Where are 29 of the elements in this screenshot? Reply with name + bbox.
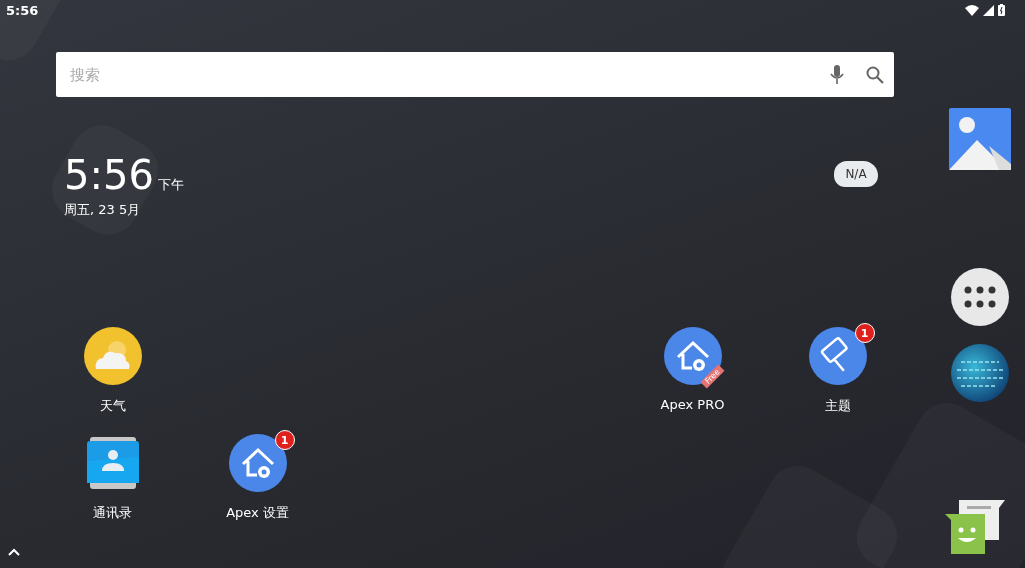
gallery-app-icon[interactable]: [949, 108, 1011, 170]
paint-roller-app-icon[interactable]: [808, 327, 867, 385]
dots-grid-icon: [964, 286, 996, 308]
weather-app-icon[interactable]: [83, 327, 142, 385]
house-gear-app-icon[interactable]: [228, 434, 287, 492]
microphone-icon[interactable]: [830, 64, 844, 85]
house-app-icon[interactable]: [663, 327, 722, 385]
app-label: 通讯录: [93, 504, 132, 522]
chevron-up-icon[interactable]: [8, 548, 20, 556]
clock-ampm: 下午: [157, 176, 184, 194]
app-label: Apex 设置: [226, 504, 289, 522]
battery-icon: [998, 4, 1005, 16]
wifi-icon: [965, 4, 979, 16]
weather-widget[interactable]: N/A: [834, 161, 878, 187]
app-drawer-button[interactable]: [951, 268, 1009, 326]
app-label: 主题: [824, 397, 851, 415]
status-time: 5:56: [6, 2, 39, 18]
signal-icon: [983, 4, 994, 16]
app-label: Apex PRO: [660, 397, 725, 412]
messaging-app-icon[interactable]: [945, 500, 1005, 556]
clock-date: 周五, 23 5月: [64, 201, 142, 219]
notification-badge: 1: [274, 430, 295, 450]
app-label: 天气: [99, 397, 126, 415]
search-icon[interactable]: [866, 65, 884, 84]
notification-badge: 1: [854, 323, 875, 343]
globe-app-icon[interactable]: [951, 344, 1009, 402]
contacts-app-icon[interactable]: [86, 437, 139, 489]
clock-time: 5:56: [64, 153, 154, 197]
search-field[interactable]: 搜索: [56, 52, 894, 97]
